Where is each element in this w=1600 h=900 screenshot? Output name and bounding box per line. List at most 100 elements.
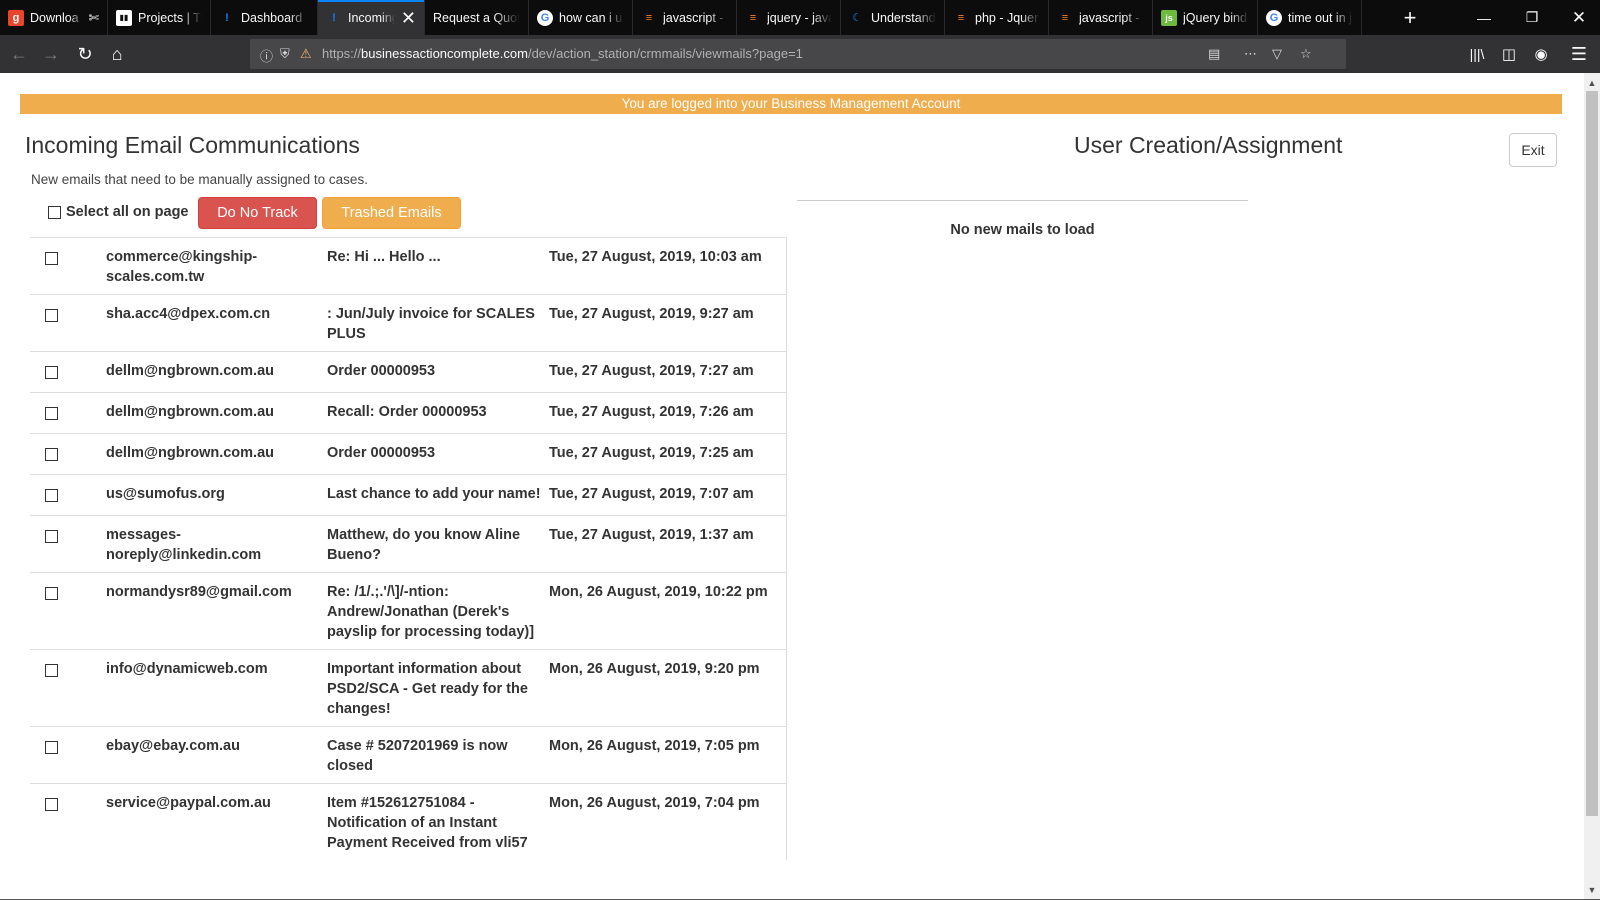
select-all-checkbox[interactable] (48, 205, 61, 219)
reload-icon[interactable]: ↻ (72, 41, 98, 67)
account-icon[interactable]: ◉ (1528, 41, 1554, 67)
minimize-icon[interactable]: — (1461, 0, 1507, 35)
browser-tab[interactable]: Request a Quote (425, 0, 529, 35)
table-row[interactable]: commerce@kingship-scales.com.tw Re: Hi ..… (30, 238, 786, 295)
address-bar[interactable]: ⓘ ⛨ ⚠ https://businessactioncomplete.com… (250, 39, 1346, 69)
row-checkbox[interactable] (45, 252, 58, 265)
restore-icon[interactable]: ❐ (1509, 0, 1555, 35)
home-icon[interactable]: ⌂ (104, 41, 130, 67)
page-title: Incoming Email Communications (25, 132, 360, 158)
email-sender: dellm@ngbrown.com.au (106, 404, 275, 420)
trashed-emails-button[interactable]: Trashed Emails (322, 197, 461, 229)
browser-tab[interactable]: ≡ javascript - j (1049, 0, 1153, 35)
table-row[interactable]: service@paypal.com.au Item #152612751084 … (30, 784, 786, 860)
navigation-toolbar: ← → ↻ ⌂ ⓘ ⛨ ⚠ https://businessactioncomp… (0, 35, 1600, 73)
email-date: Tue, 27 August, 2019, 10:03 am (549, 249, 762, 265)
browser-tab[interactable]: ▮▮ Projects | Tr (108, 0, 211, 35)
google-icon: G (1266, 9, 1282, 26)
row-checkbox[interactable] (45, 664, 58, 677)
browser-tab[interactable]: g Downloa ✄ (0, 0, 108, 35)
bookmark-star-icon[interactable]: ☆ (1300, 46, 1312, 62)
no-mails-message: No new mails to load (950, 222, 1095, 238)
row-checkbox[interactable] (45, 407, 58, 420)
browser-tab[interactable]: ≡ jquery - java (737, 0, 841, 35)
scroll-down-arrow-icon[interactable]: ▼ (1584, 882, 1600, 898)
email-subject: Order 00000953 (327, 445, 436, 461)
browser-tab[interactable]: Gtime out in j (1258, 0, 1362, 35)
tab-title: Projects | Tr (138, 10, 202, 25)
browser-tab[interactable]: ! Dashboard (211, 0, 318, 35)
email-date: Mon, 26 August, 2019, 10:22 pm (549, 584, 768, 600)
row-checkbox[interactable] (45, 741, 58, 754)
shield-icon[interactable]: ⛨ (280, 46, 290, 62)
browser-tab[interactable]: ≡ javascript - d (633, 0, 737, 35)
table-row[interactable]: sha.acc4@dpex.com.cn: Jun/July invoice f… (30, 295, 786, 352)
email-sender: service@paypal.com.au (106, 795, 271, 811)
new-tab-plus-icon[interactable]: + (1392, 0, 1428, 35)
table-row[interactable]: info@dynamicweb.com Important information… (30, 650, 786, 727)
page-actions-icon[interactable]: ⋯ (1244, 46, 1257, 62)
url-text[interactable]: https://businessactioncomplete.com/dev/a… (322, 46, 803, 61)
email-sender: us@sumofus.org (106, 486, 225, 502)
user-assignment-title: User Creation/Assignment (1074, 132, 1343, 158)
row-checkbox[interactable] (45, 366, 58, 379)
email-date: Mon, 26 August, 2019, 7:05 pm (549, 738, 760, 754)
lock-warning-icon[interactable]: ⚠ (300, 46, 312, 62)
tab-title: Dashboard (241, 10, 303, 25)
email-subject: : Jun/July invoice for SCALES PLUS (327, 306, 535, 342)
row-checkbox[interactable] (45, 309, 58, 322)
email-date: Tue, 27 August, 2019, 7:27 am (549, 363, 754, 379)
vertical-scrollbar[interactable]: ▲ ▼ (1584, 73, 1600, 900)
menu-hamburger-icon[interactable]: ☰ (1566, 41, 1592, 67)
sidebar-icon[interactable]: ◫ (1496, 41, 1522, 67)
table-row[interactable]: dellm@ngbrown.com.au Recall: Order 000009… (30, 393, 786, 434)
tab-title: how can i u (559, 10, 623, 25)
row-select-cell (30, 361, 106, 385)
close-tab-icon[interactable]: ✕ (401, 9, 416, 27)
tab-title: Request a Quote (433, 10, 520, 25)
row-select-cell (30, 525, 106, 565)
table-row[interactable]: messages-noreply@linkedin.com Matthew, do… (30, 516, 786, 573)
stackoverflow-icon: ≡ (645, 11, 653, 24)
row-select-cell (30, 484, 106, 508)
row-select-cell (30, 582, 106, 642)
email-subject: Re: /1/.;.'/\]/-ntion: Andrew/Jonathan (… (327, 584, 535, 640)
row-select-cell (30, 304, 106, 344)
exit-button[interactable]: Exit (1509, 133, 1557, 167)
email-date: Tue, 27 August, 2019, 1:37 am (549, 527, 754, 543)
close-window-icon[interactable]: ✕ (1556, 0, 1600, 35)
browser-tab[interactable]: ☾ Understandi (841, 0, 945, 35)
mute-tab-icon[interactable]: ✄ (89, 10, 99, 25)
row-checkbox[interactable] (45, 448, 58, 461)
do-not-track-button[interactable]: Do No Track (198, 197, 317, 229)
library-icon[interactable]: |||\ (1464, 41, 1490, 67)
table-row[interactable]: ebay@ebay.com.au Case # 5207201969 is now… (30, 727, 786, 784)
table-row[interactable]: dellm@ngbrown.com.au Order 00000953 Tue, 2… (30, 434, 786, 475)
back-arrow-icon[interactable]: ← (6, 41, 32, 67)
table-row[interactable]: dellm@ngbrown.com.au Order 00000953 Tue, 2… (30, 352, 786, 393)
browser-tab[interactable]: ! Incoming ✕ (318, 0, 425, 35)
scrollbar-thumb[interactable] (1586, 91, 1598, 816)
table-row[interactable]: us@sumofus.org Last chance to add your na… (30, 475, 786, 516)
select-all-control[interactable]: Select all on page (48, 204, 189, 220)
scroll-up-arrow-icon[interactable]: ▲ (1584, 75, 1600, 91)
row-checkbox[interactable] (45, 798, 58, 811)
forward-arrow-icon[interactable]: → (38, 41, 64, 67)
row-checkbox[interactable] (45, 489, 58, 502)
table-row[interactable]: normandysr89@gmail.com Re: /1/.;.'/\]/-nt… (30, 573, 786, 650)
row-checkbox[interactable] (45, 587, 58, 600)
browser-tab[interactable]: Ghow can i u (529, 0, 633, 35)
crescent-icon: ☾ (852, 12, 862, 24)
email-sender: normandysr89@gmail.com (106, 584, 292, 600)
row-select-cell (30, 402, 106, 426)
pocket-icon[interactable]: ▽ (1272, 46, 1282, 62)
browser-tab[interactable]: ≡ php - Jquery (945, 0, 1049, 35)
row-checkbox[interactable] (45, 530, 58, 543)
browser-tab[interactable]: js jQuery bind (1153, 0, 1258, 35)
email-date: Tue, 27 August, 2019, 7:26 am (549, 404, 754, 420)
email-date: Tue, 27 August, 2019, 7:07 am (549, 486, 754, 502)
info-icon[interactable]: ⓘ (260, 46, 273, 65)
login-banner: You are logged into your Business Manage… (20, 94, 1562, 114)
url-prefix: https:// (322, 46, 362, 61)
reader-view-icon[interactable]: ▤ (1208, 46, 1220, 62)
